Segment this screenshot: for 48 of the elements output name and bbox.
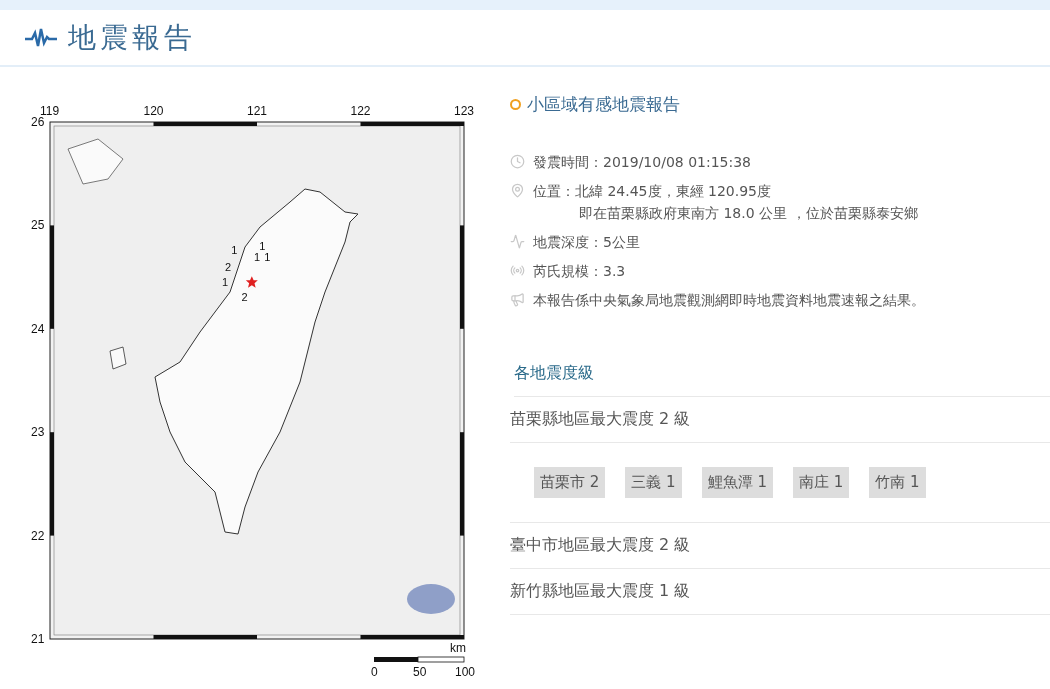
report-detail: 芮氏規模：3.3: [533, 263, 626, 281]
intensity-mark: 1: [231, 245, 238, 257]
scale-label: 0: [371, 666, 378, 678]
region-intensity: 新竹縣地區最大震度 1 級: [510, 569, 1050, 615]
region-intensity: 臺中市地區最大震度 2 級: [510, 523, 1050, 569]
region-intensity: 苗栗縣地區最大震度 2 級: [510, 397, 1050, 443]
station-intensity-tag: 苗栗市 2: [534, 467, 606, 498]
status-dot-icon: [510, 99, 521, 110]
latitude-label: 24: [31, 322, 45, 335]
intensity-mark: 1: [221, 277, 229, 289]
latitude-label: 22: [31, 529, 45, 542]
intensity-mark: 1: [259, 241, 266, 253]
latitude-label: 21: [31, 633, 45, 645]
latitude-label: 25: [31, 219, 45, 232]
longitude-label: 123: [454, 105, 475, 117]
epicenter-star-icon: [245, 276, 258, 288]
rings-icon: [510, 263, 525, 278]
report-detail: 地震深度：5公里: [533, 234, 640, 252]
agency-logo-icon: [407, 584, 455, 614]
station-intensity-tag: 三義 1: [625, 467, 682, 498]
seismograph-icon: [24, 26, 58, 49]
scale-unit: km: [450, 642, 466, 654]
wave-icon: [510, 234, 525, 249]
longitude-label: 119: [40, 105, 60, 117]
scale-label: 100: [455, 666, 476, 678]
intensity-mark: 2: [241, 291, 248, 303]
intensity-mark: 2: [225, 261, 232, 273]
latitude-label: 23: [31, 426, 45, 439]
longitude-label: 121: [247, 105, 268, 117]
report-detail: 本報告係中央氣象局地震觀測網即時地震資料地震速報之結果。: [533, 292, 925, 310]
report-type: 小區域有感地震報告: [527, 93, 680, 116]
page-title: 地震報告: [68, 19, 196, 56]
latitude-label: 26: [31, 116, 45, 128]
longitude-label: 120: [143, 105, 164, 117]
pin-icon: [510, 183, 525, 198]
clock-icon: [510, 154, 525, 169]
section-title: 各地震度級: [514, 363, 1050, 397]
report-detail: 位置：北緯 24.45度，東經 120.95度: [533, 183, 772, 201]
scale-label: 50: [413, 666, 427, 678]
intensity-mark: 1: [264, 252, 271, 264]
report-detail: 即在苗栗縣政府東南方 18.0 公里 ，位於苗栗縣泰安鄉: [578, 205, 918, 223]
intensity-mark: 1: [254, 252, 261, 264]
station-intensity-tag: 鯉魚潭 1: [701, 467, 773, 498]
megaphone-icon: [510, 292, 525, 307]
longitude-label: 122: [350, 105, 371, 117]
station-intensity-tag: 竹南 1: [869, 467, 926, 498]
report-detail: 發震時間：2019/10/08 01:15:38: [533, 154, 752, 172]
station-intensity-tag: 南庄 1: [792, 467, 850, 498]
